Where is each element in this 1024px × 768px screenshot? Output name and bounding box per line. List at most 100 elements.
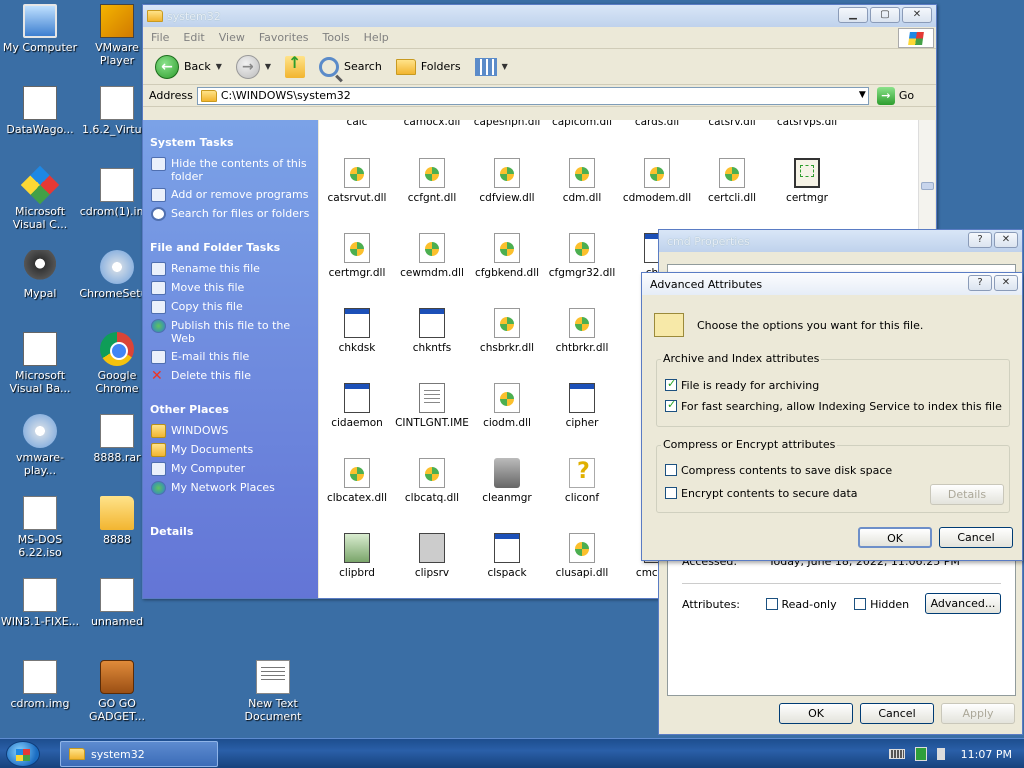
menu-view[interactable]: View [219,31,245,44]
close-button[interactable]: ✕ [902,7,932,23]
file-folder-tasks-heading[interactable]: File and Folder Tasks [150,241,312,254]
file-item[interactable]: certcli.dll [692,158,772,204]
task-delete[interactable]: ✕ Delete this file [151,369,312,383]
file-item[interactable]: chkdsk [319,308,397,354]
address-input[interactable]: C:\WINDOWS\system32 ▼ [196,86,869,105]
desktop-icon-datawago[interactable]: DataWago... [0,86,80,136]
go-button[interactable]: → Go [876,86,914,105]
file-item[interactable]: capesnpn.dll [467,120,547,128]
details-button[interactable]: Details [930,484,1004,505]
menu-file[interactable]: File [151,31,169,44]
file-item[interactable]: cfgbkend.dll [467,233,547,279]
task-email[interactable]: E-mail this file [151,350,312,364]
file-item[interactable]: cfgmgr32.dll [542,233,622,279]
file-item[interactable]: catsrv.dll [692,120,772,128]
menu-tools[interactable]: Tools [323,31,350,44]
cancel-button[interactable]: Cancel [939,527,1013,548]
index-checkbox[interactable]: For fast searching, allow Indexing Servi… [665,398,1002,413]
file-item[interactable]: certmgr.dll [319,233,397,279]
file-item[interactable]: cipher [542,383,622,429]
explorer-titlebar[interactable]: system32 ▁ ▢ ✕ [143,5,936,27]
encrypt-checkbox[interactable]: Encrypt contents to secure data [665,487,858,500]
desktop-icon-new-text-document[interactable]: New Text Document [233,660,313,723]
file-item[interactable]: clbcatex.dll [319,458,397,504]
cancel-button[interactable]: Cancel [860,703,934,724]
help-button[interactable]: ? [968,275,992,291]
file-item[interactable]: chsbrkr.dll [467,308,547,354]
readonly-checkbox[interactable]: Read-only [765,598,837,611]
archive-checkbox[interactable]: File is ready for archiving [665,377,819,392]
hidden-checkbox[interactable]: Hidden [854,598,909,611]
menu-edit[interactable]: Edit [183,31,204,44]
place-windows[interactable]: WINDOWS [151,424,312,438]
advanced-titlebar[interactable]: Advanced Attributes ? ✕ [642,273,1022,295]
ok-button[interactable]: OK [779,703,853,724]
file-item[interactable]: clipsrv [392,533,472,579]
file-item[interactable]: calc [319,120,397,128]
chevron-down-icon[interactable]: ▼ [859,90,866,100]
file-item[interactable]: catsrvps.dll [767,120,847,128]
file-item[interactable]: cidaemon [319,383,397,429]
file-item[interactable]: cleanmgr [467,458,547,504]
file-item[interactable]: ccfgnt.dll [392,158,472,204]
file-item[interactable]: cards.dll [617,120,697,128]
chevron-down-icon[interactable]: ▼ [216,62,222,71]
desktop-icon-cdrom-img[interactable]: cdrom.img [0,660,80,710]
ok-button[interactable]: OK [858,527,932,548]
desktop-icon-mypal[interactable]: Mypal [0,250,80,300]
start-button[interactable] [6,741,40,767]
system-tasks-heading[interactable]: System Tasks [150,136,312,149]
place-my-documents[interactable]: My Documents [151,443,312,457]
file-item[interactable]: CINTLGNT.IME [392,383,472,429]
file-item[interactable]: clusapi.dll [542,533,622,579]
place-my-computer[interactable]: My Computer [151,462,312,476]
compress-checkbox[interactable]: Compress contents to save disk space [665,464,892,477]
file-item[interactable]: cdmodem.dll [617,158,697,204]
task-hide-contents[interactable]: Hide the contents of this folder [151,157,312,183]
up-button[interactable] [281,53,309,80]
file-item[interactable]: camocx.dll [392,120,472,128]
task-add-remove-programs[interactable]: Add or remove programs [151,188,312,202]
task-rename[interactable]: Rename this file [151,262,312,276]
file-item[interactable]: ciodm.dll [467,383,547,429]
desktop-icon-go-go-gadget[interactable]: GO GO GADGET... [77,660,157,723]
file-item[interactable]: clipbrd [319,533,397,579]
file-item[interactable]: capicom.dll [542,120,622,128]
other-places-heading[interactable]: Other Places [150,403,312,416]
advanced-button[interactable]: Advanced... [925,593,1001,614]
desktop-icon-visual-c[interactable]: Microsoft Visual C... [0,165,80,231]
file-item[interactable]: chtbrkr.dll [542,308,622,354]
network-status-icon[interactable] [914,747,927,761]
desktop-icon-vmware-player-installer[interactable]: vmware-play... [0,414,80,477]
desktop-icon-win31-fixed[interactable]: WIN3.1-FIXE... [0,578,80,628]
file-item[interactable]: cdfview.dll [467,158,547,204]
file-item[interactable]: cewmdm.dll [392,233,472,279]
details-heading[interactable]: Details [150,525,312,538]
search-button[interactable]: Search [315,55,386,79]
desktop-icon-visual-basic[interactable]: Microsoft Visual Ba... [0,332,80,395]
help-button[interactable]: ? [968,232,992,248]
file-item[interactable]: cliconf [542,458,622,504]
file-item[interactable]: catsrvut.dll [319,158,397,204]
forward-button[interactable]: → ▼ [232,53,275,81]
desktop-icon-my-computer[interactable]: My Computer [0,4,80,54]
views-button[interactable]: ▼ [471,56,512,78]
file-item[interactable]: clbcatq.dll [392,458,472,504]
folders-button[interactable]: Folders [392,57,465,77]
apply-button[interactable]: Apply [941,703,1015,724]
place-my-network[interactable]: My Network Places [151,481,312,495]
chevron-down-icon[interactable]: ▼ [265,62,271,71]
task-move[interactable]: Move this file [151,281,312,295]
taskbar-item-system32[interactable]: system32 [60,741,218,767]
close-button[interactable]: ✕ [994,275,1018,291]
speaker-icon[interactable] [936,748,951,760]
menu-favorites[interactable]: Favorites [259,31,309,44]
clock[interactable]: 11:07 PM [961,748,1012,761]
keyboard-icon[interactable] [888,749,905,759]
task-publish-web[interactable]: Publish this file to the Web [151,319,312,345]
file-item[interactable]: chkntfs [392,308,472,354]
file-item[interactable]: clspack [467,533,547,579]
scroll-thumb[interactable] [921,182,934,190]
file-item[interactable]: cdm.dll [542,158,622,204]
back-button[interactable]: ← Back ▼ [151,53,226,81]
